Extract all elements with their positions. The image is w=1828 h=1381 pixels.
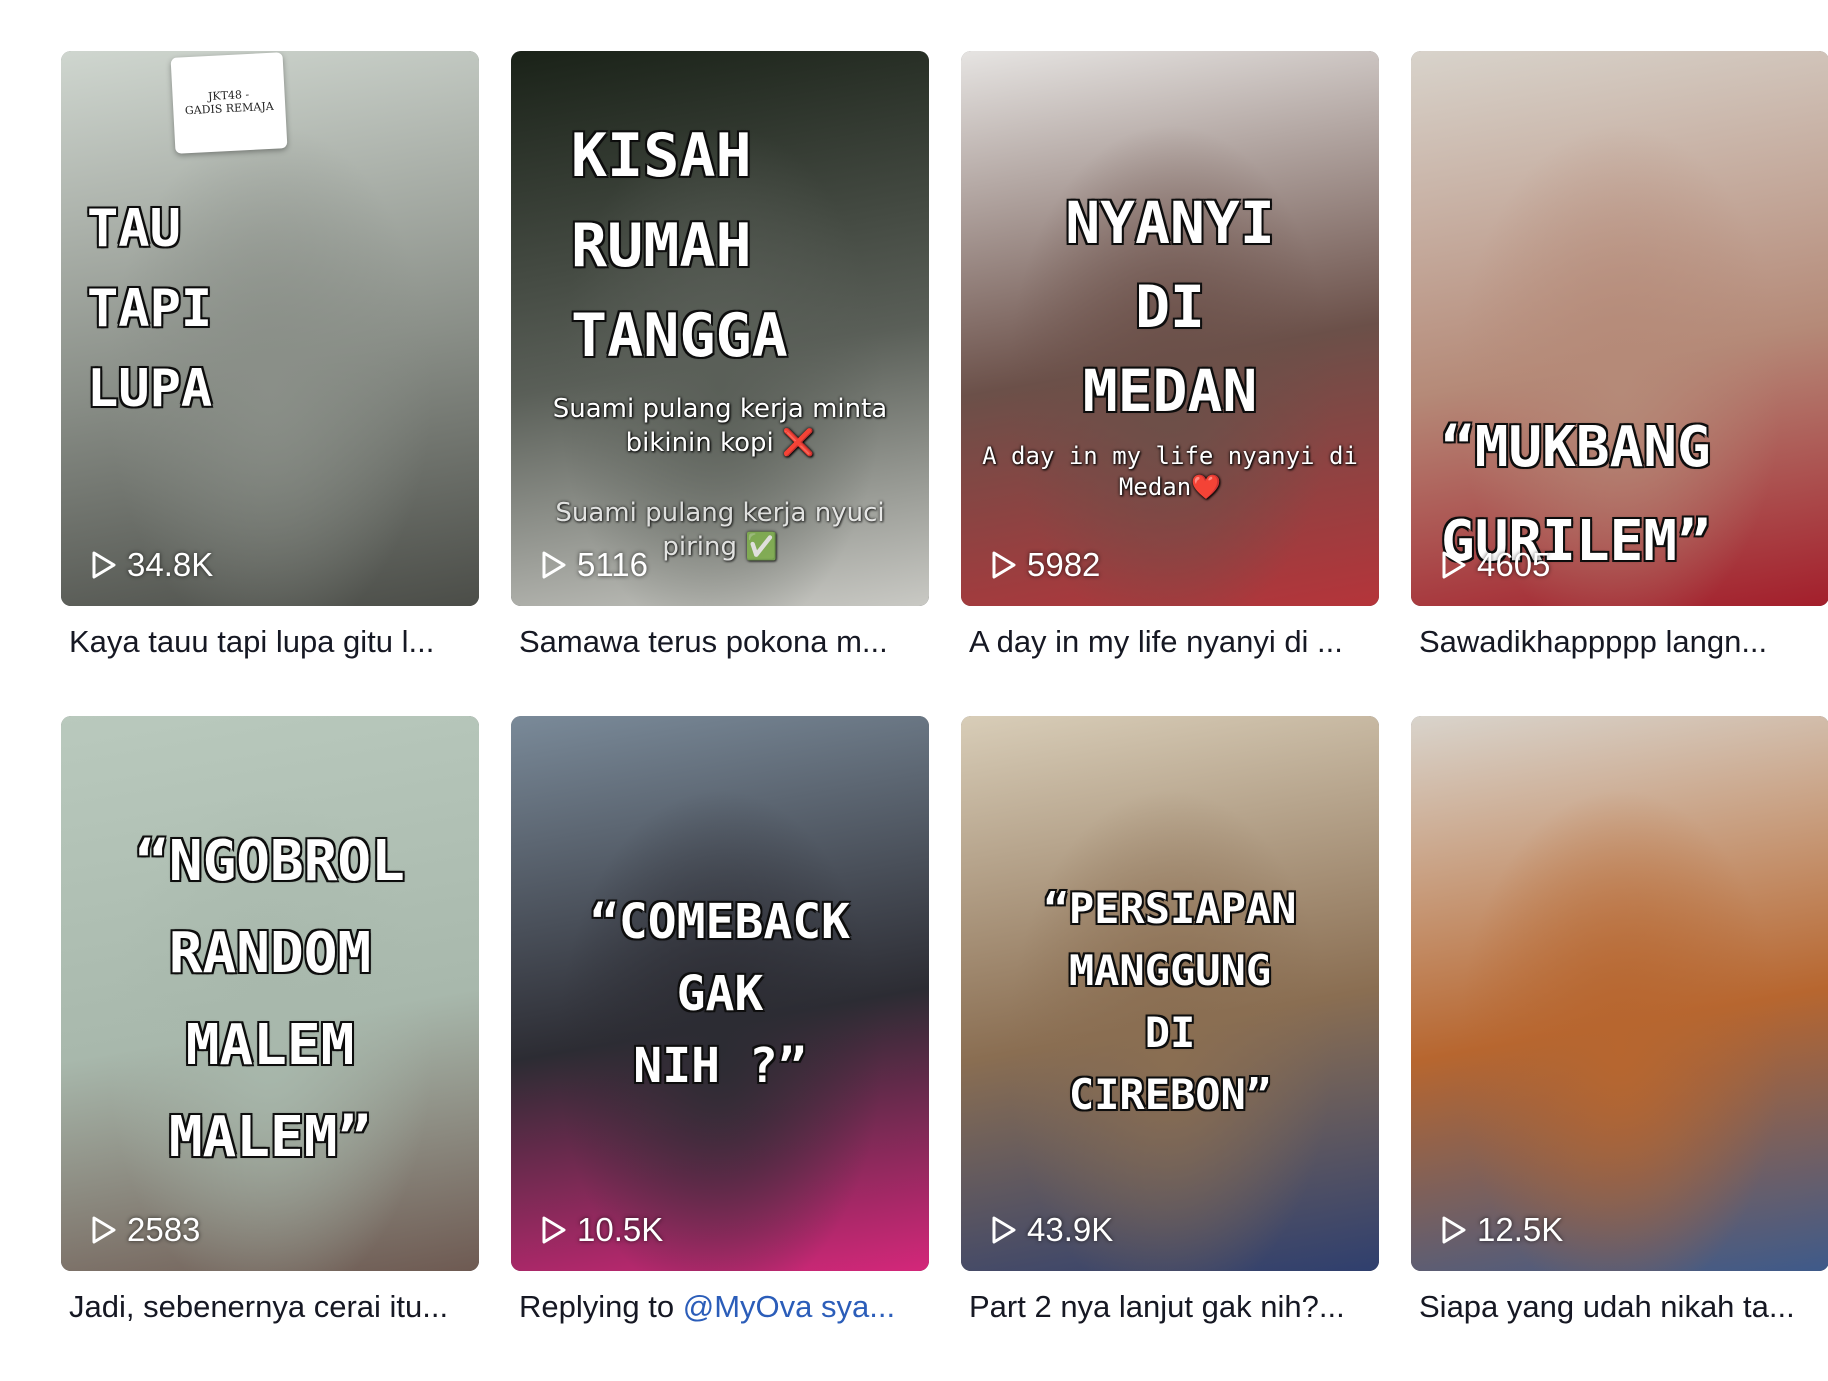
caption-text: Part 2 nya lanjut gak nih?... [969, 1289, 1345, 1324]
view-count: 5116 [541, 546, 648, 584]
play-icon [992, 1216, 1016, 1244]
overlay-text: KISAH RUMAH TANGGA [571, 121, 788, 371]
caption-text: Jadi, sebenernya cerai itu... [69, 1289, 449, 1324]
video-thumbnail[interactable]: JKT48 - GADIS REMAJA TAU TAPI LUPA 34.8K [61, 51, 479, 606]
video-card[interactable]: “COMEBACK GAK NIH ?” 10.5K Replying to @… [511, 716, 929, 1381]
view-count: 10.5K [541, 1211, 663, 1249]
play-icon [92, 551, 116, 579]
subtitle-text: A day in my life nyanyi di Medan❤️ [982, 442, 1358, 502]
song-card: JKT48 - GADIS REMAJA [170, 52, 288, 154]
video-card[interactable]: KISAH RUMAH TANGGA Suami pulang kerja mi… [511, 51, 929, 716]
play-icon [542, 551, 566, 579]
video-card[interactable]: NYANYI DI MEDAN A day in my life nyanyi … [961, 51, 1379, 716]
video-grid: JKT48 - GADIS REMAJA TAU TAPI LUPA 34.8K… [61, 51, 1828, 1381]
view-count-value: 10.5K [577, 1211, 664, 1248]
video-thumbnail[interactable]: KISAH RUMAH TANGGA Suami pulang kerja mi… [511, 51, 929, 606]
play-icon [1442, 551, 1466, 579]
video-thumbnail[interactable]: “COMEBACK GAK NIH ?” 10.5K [511, 716, 929, 1271]
video-caption[interactable]: Siapa yang udah nikah ta... [1411, 1289, 1828, 1325]
caption-mention-link[interactable]: @MyOva sya... [683, 1289, 895, 1324]
view-count-value: 43.9K [1027, 1211, 1114, 1248]
view-count: 12.5K [1441, 1211, 1563, 1249]
view-count-value: 4605 [1477, 546, 1551, 583]
video-card[interactable]: 12.5K Siapa yang udah nikah ta... [1411, 716, 1828, 1381]
view-count: 43.9K [991, 1211, 1113, 1249]
video-thumbnail[interactable]: NYANYI DI MEDAN A day in my life nyanyi … [961, 51, 1379, 606]
video-caption[interactable]: Jadi, sebenernya cerai itu... [61, 1289, 479, 1325]
view-count-value: 2583 [127, 1211, 201, 1248]
video-caption[interactable]: Sawadikhappppp langn... [1411, 624, 1828, 660]
caption-text: Replying to [519, 1289, 683, 1324]
video-caption[interactable]: Part 2 nya lanjut gak nih?... [961, 1289, 1379, 1325]
overlay-text: TAU TAPI LUPA [87, 199, 213, 419]
subtitle-text: Suami pulang kerja minta bikinin kopi ❌ [552, 394, 888, 458]
view-count-value: 5116 [577, 546, 648, 583]
overlay-text: “NGOBROL RANDOM MALEM MALEM” [135, 829, 405, 1170]
view-count-value: 34.8K [127, 546, 214, 583]
caption-text: Sawadikhappppp langn... [1419, 624, 1768, 659]
video-card[interactable]: JKT48 - GADIS REMAJA TAU TAPI LUPA 34.8K… [61, 51, 479, 716]
video-caption[interactable]: Kaya tauu tapi lupa gitu l... [61, 624, 479, 660]
video-thumbnail[interactable]: “PERSIAPAN MANGGUNG DI CIREBON” 43.9K [961, 716, 1379, 1271]
caption-text: A day in my life nyanyi di ... [969, 624, 1343, 659]
video-thumbnail[interactable]: “NGOBROL RANDOM MALEM MALEM” 2583 [61, 716, 479, 1271]
play-icon [1442, 1216, 1466, 1244]
video-card[interactable]: “MUKBANG GURILEM” 4605 Sawadikhappppp la… [1411, 51, 1828, 716]
play-icon [992, 551, 1016, 579]
view-count: 34.8K [91, 546, 213, 584]
caption-text: Samawa terus pokona m... [519, 624, 888, 659]
video-caption[interactable]: Replying to @MyOva sya... [511, 1289, 929, 1325]
view-count-value: 5982 [1027, 546, 1101, 583]
video-thumbnail[interactable]: 12.5K [1411, 716, 1828, 1271]
play-icon [92, 1216, 116, 1244]
view-count: 2583 [91, 1211, 200, 1249]
view-count-value: 12.5K [1477, 1211, 1564, 1248]
play-icon [542, 1216, 566, 1244]
view-count: 4605 [1441, 546, 1550, 584]
view-count: 5982 [991, 546, 1100, 584]
overlay-text: “PERSIAPAN MANGGUNG DI CIREBON” [1043, 884, 1297, 1119]
overlay-text: NYANYI DI MEDAN [1065, 189, 1275, 425]
video-caption[interactable]: Samawa terus pokona m... [511, 624, 929, 660]
caption-text: Kaya tauu tapi lupa gitu l... [69, 624, 435, 659]
overlay-text: “COMEBACK GAK NIH ?” [589, 894, 851, 1094]
thumbnail-image [1411, 716, 1828, 1271]
video-card[interactable]: “NGOBROL RANDOM MALEM MALEM” 2583 Jadi, … [61, 716, 479, 1381]
video-thumbnail[interactable]: “MUKBANG GURILEM” 4605 [1411, 51, 1828, 606]
video-caption[interactable]: A day in my life nyanyi di ... [961, 624, 1379, 660]
video-card[interactable]: “PERSIAPAN MANGGUNG DI CIREBON” 43.9K Pa… [961, 716, 1379, 1381]
caption-text: Siapa yang udah nikah ta... [1419, 1289, 1795, 1324]
